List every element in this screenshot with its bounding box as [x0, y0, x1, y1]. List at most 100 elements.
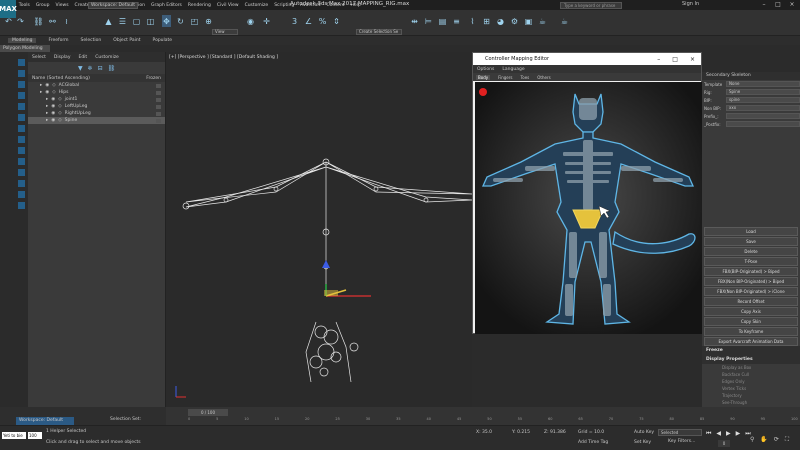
perspective-viewport[interactable]: [+] [Perspective ] [Standard ] [Default …: [166, 52, 472, 407]
field-input[interactable]: [726, 113, 800, 119]
ribbon-tab[interactable]: Populate: [153, 38, 173, 43]
display-checkbox[interactable]: Vertex Ticks: [702, 385, 800, 392]
link-icon[interactable]: ⛓: [33, 15, 43, 27]
mapping-button[interactable]: FBX(BIP-Originated) > Biped: [704, 267, 798, 276]
mapping-button[interactable]: Export Avarcraft Animation Data: [704, 337, 798, 346]
ribbon-subtab[interactable]: Polygon Modeling: [0, 45, 50, 52]
maxscript-listener-label[interactable]: Yeti to bie: [2, 432, 26, 439]
help-search-input[interactable]: Type a keyword or phrase: [560, 2, 622, 9]
expand-arrow-icon[interactable]: ▸: [46, 104, 48, 109]
auto-key-button[interactable]: Auto Key: [634, 430, 654, 435]
tree-row[interactable]: ▸ ◉ ◇ ACGlobal: [28, 82, 165, 89]
select-scale-icon[interactable]: ◰: [190, 15, 199, 27]
sign-in-link[interactable]: Sign In: [682, 1, 699, 7]
maxscript-value[interactable]: 100: [28, 432, 42, 439]
frozen-toggle[interactable]: [156, 104, 161, 109]
cme-tab[interactable]: Others: [537, 75, 550, 80]
freeze-section[interactable]: Freeze: [702, 346, 800, 355]
display-checkbox[interactable]: Display as Box: [702, 364, 800, 371]
curve-editor-icon[interactable]: ⌇: [468, 15, 477, 27]
frozen-toggle[interactable]: [156, 111, 161, 116]
camera-icon[interactable]: [18, 169, 25, 176]
next-frame-icon[interactable]: ▶: [736, 430, 741, 438]
region-select-icon[interactable]: ▢: [132, 15, 141, 27]
visibility-eye-icon[interactable]: ◉: [45, 90, 49, 95]
ribbon-tab[interactable]: Freeform: [48, 38, 68, 43]
tree-row[interactable]: ▸ ◉ ◇ joint1: [28, 96, 165, 103]
create-icon[interactable]: [18, 59, 25, 66]
key-set-dropdown[interactable]: Selected: [658, 429, 702, 436]
cme-close-icon[interactable]: ×: [690, 56, 695, 63]
maximize-viewport-icon[interactable]: ⛶: [785, 436, 789, 444]
mapping-button[interactable]: Delete: [704, 247, 798, 256]
maximize-icon[interactable]: □: [772, 0, 784, 10]
display-properties-section[interactable]: Display Properties: [702, 355, 800, 364]
set-key-button[interactable]: Set Key: [634, 440, 651, 445]
cme-minimize-icon[interactable]: –: [657, 56, 660, 63]
timeline[interactable]: 0 / 100 0 5 10 15 20 25 30 35 40 45 50 55 60 65 70 75 80…: [166, 407, 800, 425]
cme-maximize-icon[interactable]: □: [672, 56, 678, 63]
cme-tab[interactable]: Body: [476, 74, 491, 80]
hierarchy-icon[interactable]: [18, 81, 25, 88]
current-frame-field[interactable]: 0: [718, 440, 730, 447]
mapping-button[interactable]: To Keyframe: [704, 327, 798, 336]
percent-snap-icon[interactable]: %: [318, 15, 327, 27]
minimize-icon[interactable]: –: [758, 0, 770, 10]
redo-icon[interactable]: ↷: [16, 15, 25, 27]
close-icon[interactable]: ×: [786, 0, 798, 10]
column-name[interactable]: Name (Sorted Ascending): [32, 76, 90, 81]
display-checkbox[interactable]: Trajectory: [702, 392, 800, 399]
helper-icon[interactable]: [18, 180, 25, 187]
layer-explorer-icon[interactable]: ▤: [438, 15, 447, 27]
named-selection-set-dropdown[interactable]: Create Selection Se: [356, 29, 402, 35]
system-icon[interactable]: [18, 202, 25, 209]
hierarchy-icon[interactable]: ⊟: [98, 65, 103, 72]
spinner-snap-icon[interactable]: ⇕: [332, 15, 341, 27]
unlink-icon[interactable]: ⚯: [48, 15, 57, 27]
teapot-render-icon[interactable]: ☕: [560, 15, 569, 27]
display-icon[interactable]: [18, 103, 25, 110]
bone-icon[interactable]: [18, 147, 25, 154]
workspace-dropdown[interactable]: Workspace: Default: [88, 2, 138, 9]
time-slider[interactable]: 0 / 100: [188, 409, 228, 416]
menu-item[interactable]: Customize: [245, 3, 269, 8]
ribbon-tab[interactable]: Object Paint: [113, 38, 140, 43]
cme-title-bar[interactable]: Controller Mapping Editor – □ ×: [473, 53, 701, 65]
visibility-eye-icon[interactable]: ◉: [51, 118, 55, 123]
play-icon[interactable]: ▶: [726, 430, 731, 438]
pivot-center-icon[interactable]: ◉: [246, 15, 255, 27]
pan-icon[interactable]: ✋: [760, 436, 767, 444]
render-icon[interactable]: ☕: [538, 15, 547, 27]
scene-explorer-icon[interactable]: ≡: [452, 15, 461, 27]
field-input[interactable]: None: [726, 81, 800, 87]
add-time-tag[interactable]: Add Time Tag: [578, 440, 608, 445]
mapping-button[interactable]: Load: [704, 227, 798, 236]
window-crossing-icon[interactable]: ◫: [146, 15, 155, 27]
explorer-menu-item[interactable]: Select: [32, 55, 46, 60]
display-checkbox[interactable]: Backface Cull: [702, 371, 800, 378]
menu-item[interactable]: Tools: [19, 3, 30, 8]
select-object-icon[interactable]: ▲: [104, 15, 113, 27]
field-input[interactable]: Spine: [726, 89, 800, 95]
utilities-icon[interactable]: [18, 114, 25, 121]
workspace-selector[interactable]: Workspace: Default: [16, 417, 74, 425]
filter-icon[interactable]: ▼: [78, 65, 83, 72]
select-rotate-icon[interactable]: ↻: [176, 15, 185, 27]
menu-item[interactable]: Views: [56, 3, 69, 8]
app-logo[interactable]: MAX: [0, 0, 17, 18]
visibility-eye-icon[interactable]: ◉: [45, 83, 49, 88]
explorer-menu-item[interactable]: Edit: [78, 55, 87, 60]
material-editor-icon[interactable]: ◕: [496, 15, 505, 27]
snap-3d-icon[interactable]: 3: [290, 15, 299, 27]
frozen-toggle[interactable]: [156, 83, 161, 88]
spacewarp-icon[interactable]: [18, 191, 25, 198]
coord-x[interactable]: X: 35.0: [476, 430, 492, 435]
zoom-icon[interactable]: ⚲: [750, 436, 754, 444]
tree-row[interactable]: ▸ ◉ ◇ LeftUpLeg: [28, 103, 165, 110]
mapping-button[interactable]: Copy Axis: [704, 307, 798, 316]
frozen-toggle[interactable]: [156, 90, 161, 95]
tree-row[interactable]: ▸ ◉ ◇ Hips: [28, 89, 165, 96]
expand-arrow-icon[interactable]: ▸: [46, 111, 48, 116]
tree-row[interactable]: ▸ ◉ ◇ RightUpLeg: [28, 110, 165, 117]
layer-icon[interactable]: [18, 136, 25, 143]
